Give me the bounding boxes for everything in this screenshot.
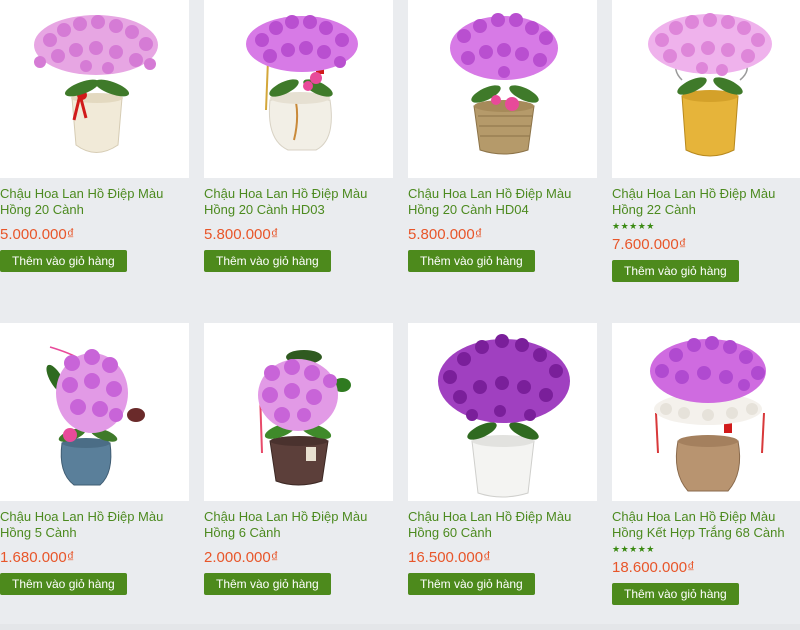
product-title[interactable]: Chậu Hoa Lan Hồ Điệp Màu Hồng 20 Cành xyxy=(0,186,189,218)
product-title[interactable]: Chậu Hoa Lan Hồ Điệp Màu Hồng 60 Cành xyxy=(408,509,597,541)
product-price: 2.000.000₫ xyxy=(204,549,279,566)
product-card[interactable]: Chậu Hoa Lan Hồ Điệp Màu Hồng 6 Cành 2.0… xyxy=(204,323,393,595)
add-to-cart-button[interactable]: Thêm vào giỏ hàng xyxy=(612,260,739,282)
product-price: 5.800.000₫ xyxy=(204,226,279,243)
product-price: 7.600.000₫ xyxy=(612,236,687,253)
orchid-purple-white-pot-icon xyxy=(438,334,570,498)
product-price: 5.000.000₫ xyxy=(0,226,75,243)
product-title[interactable]: Chậu Hoa Lan Hồ Điệp Màu Hồng 6 Cành xyxy=(204,509,393,541)
orchid-pink-white-mix-pot-icon xyxy=(650,336,766,492)
add-to-cart-button[interactable]: Thêm vào giỏ hàng xyxy=(0,250,127,272)
orchid-pink-yellow-pot-icon xyxy=(648,13,772,157)
add-to-cart-button[interactable]: Thêm vào giỏ hàng xyxy=(0,573,127,595)
product-price: 1.680.000₫ xyxy=(0,549,75,566)
add-to-cart-button[interactable]: Thêm vào giỏ hàng xyxy=(204,250,331,272)
product-card[interactable]: Chậu Hoa Lan Hồ Điệp Màu Hồng Kết Hợp Tr… xyxy=(612,323,800,605)
rating-stars: ★★★★★ xyxy=(612,221,655,231)
product-card[interactable]: Chậu Hoa Lan Hồ Điệp Màu Hồng 20 Cành HD… xyxy=(408,0,597,272)
product-title[interactable]: Chậu Hoa Lan Hồ Điệp Màu Hồng 22 Cành xyxy=(612,186,800,218)
add-to-cart-button[interactable]: Thêm vào giỏ hàng xyxy=(408,250,535,272)
orchid-pink-white-pot-icon xyxy=(246,15,358,151)
add-to-cart-button[interactable]: Thêm vào giỏ hàng xyxy=(408,573,535,595)
page-bottom-edge xyxy=(0,624,800,630)
product-image[interactable] xyxy=(204,323,393,501)
product-image[interactable] xyxy=(204,0,393,178)
orchid-pink-cream-pot-icon xyxy=(34,15,158,153)
product-image[interactable] xyxy=(0,323,189,501)
product-image[interactable] xyxy=(0,0,189,178)
product-image[interactable] xyxy=(408,0,597,178)
product-price: 18.600.000₫ xyxy=(612,559,695,576)
product-image[interactable] xyxy=(612,323,800,501)
product-title[interactable]: Chậu Hoa Lan Hồ Điệp Màu Hồng 20 Cành HD… xyxy=(204,186,393,218)
rating-stars: ★★★★★ xyxy=(612,544,655,554)
product-card[interactable]: Chậu Hoa Lan Hồ Điệp Màu Hồng 60 Cành 16… xyxy=(408,323,597,595)
product-card[interactable]: Chậu Hoa Lan Hồ Điệp Màu Hồng 20 Cành 5.… xyxy=(0,0,189,272)
add-to-cart-button[interactable]: Thêm vào giỏ hàng xyxy=(204,573,331,595)
product-image[interactable] xyxy=(408,323,597,501)
product-card[interactable]: Chậu Hoa Lan Hồ Điệp Màu Hồng 5 Cành 1.6… xyxy=(0,323,189,595)
product-title[interactable]: Chậu Hoa Lan Hồ Điệp Màu Hồng 20 Cành HD… xyxy=(408,186,597,218)
product-title[interactable]: Chậu Hoa Lan Hồ Điệp Màu Hồng Kết Hợp Tr… xyxy=(612,509,800,541)
product-card[interactable]: Chậu Hoa Lan Hồ Điệp Màu Hồng 22 Cành ★★… xyxy=(612,0,800,282)
orchid-pink-basket-pot-icon xyxy=(450,13,558,155)
add-to-cart-button[interactable]: Thêm vào giỏ hàng xyxy=(612,583,739,605)
product-price: 5.800.000₫ xyxy=(408,226,483,243)
product-card[interactable]: Chậu Hoa Lan Hồ Điệp Màu Hồng 20 Cành HD… xyxy=(204,0,393,272)
product-grid: Chậu Hoa Lan Hồ Điệp Màu Hồng 20 Cành 5.… xyxy=(0,0,800,630)
product-price: 16.500.000₫ xyxy=(408,549,491,566)
product-title[interactable]: Chậu Hoa Lan Hồ Điệp Màu Hồng 5 Cành xyxy=(0,509,189,541)
orchid-pink-blue-pot-icon xyxy=(46,346,145,486)
product-image[interactable] xyxy=(612,0,800,178)
orchid-pink-dark-pot-icon xyxy=(258,350,351,486)
